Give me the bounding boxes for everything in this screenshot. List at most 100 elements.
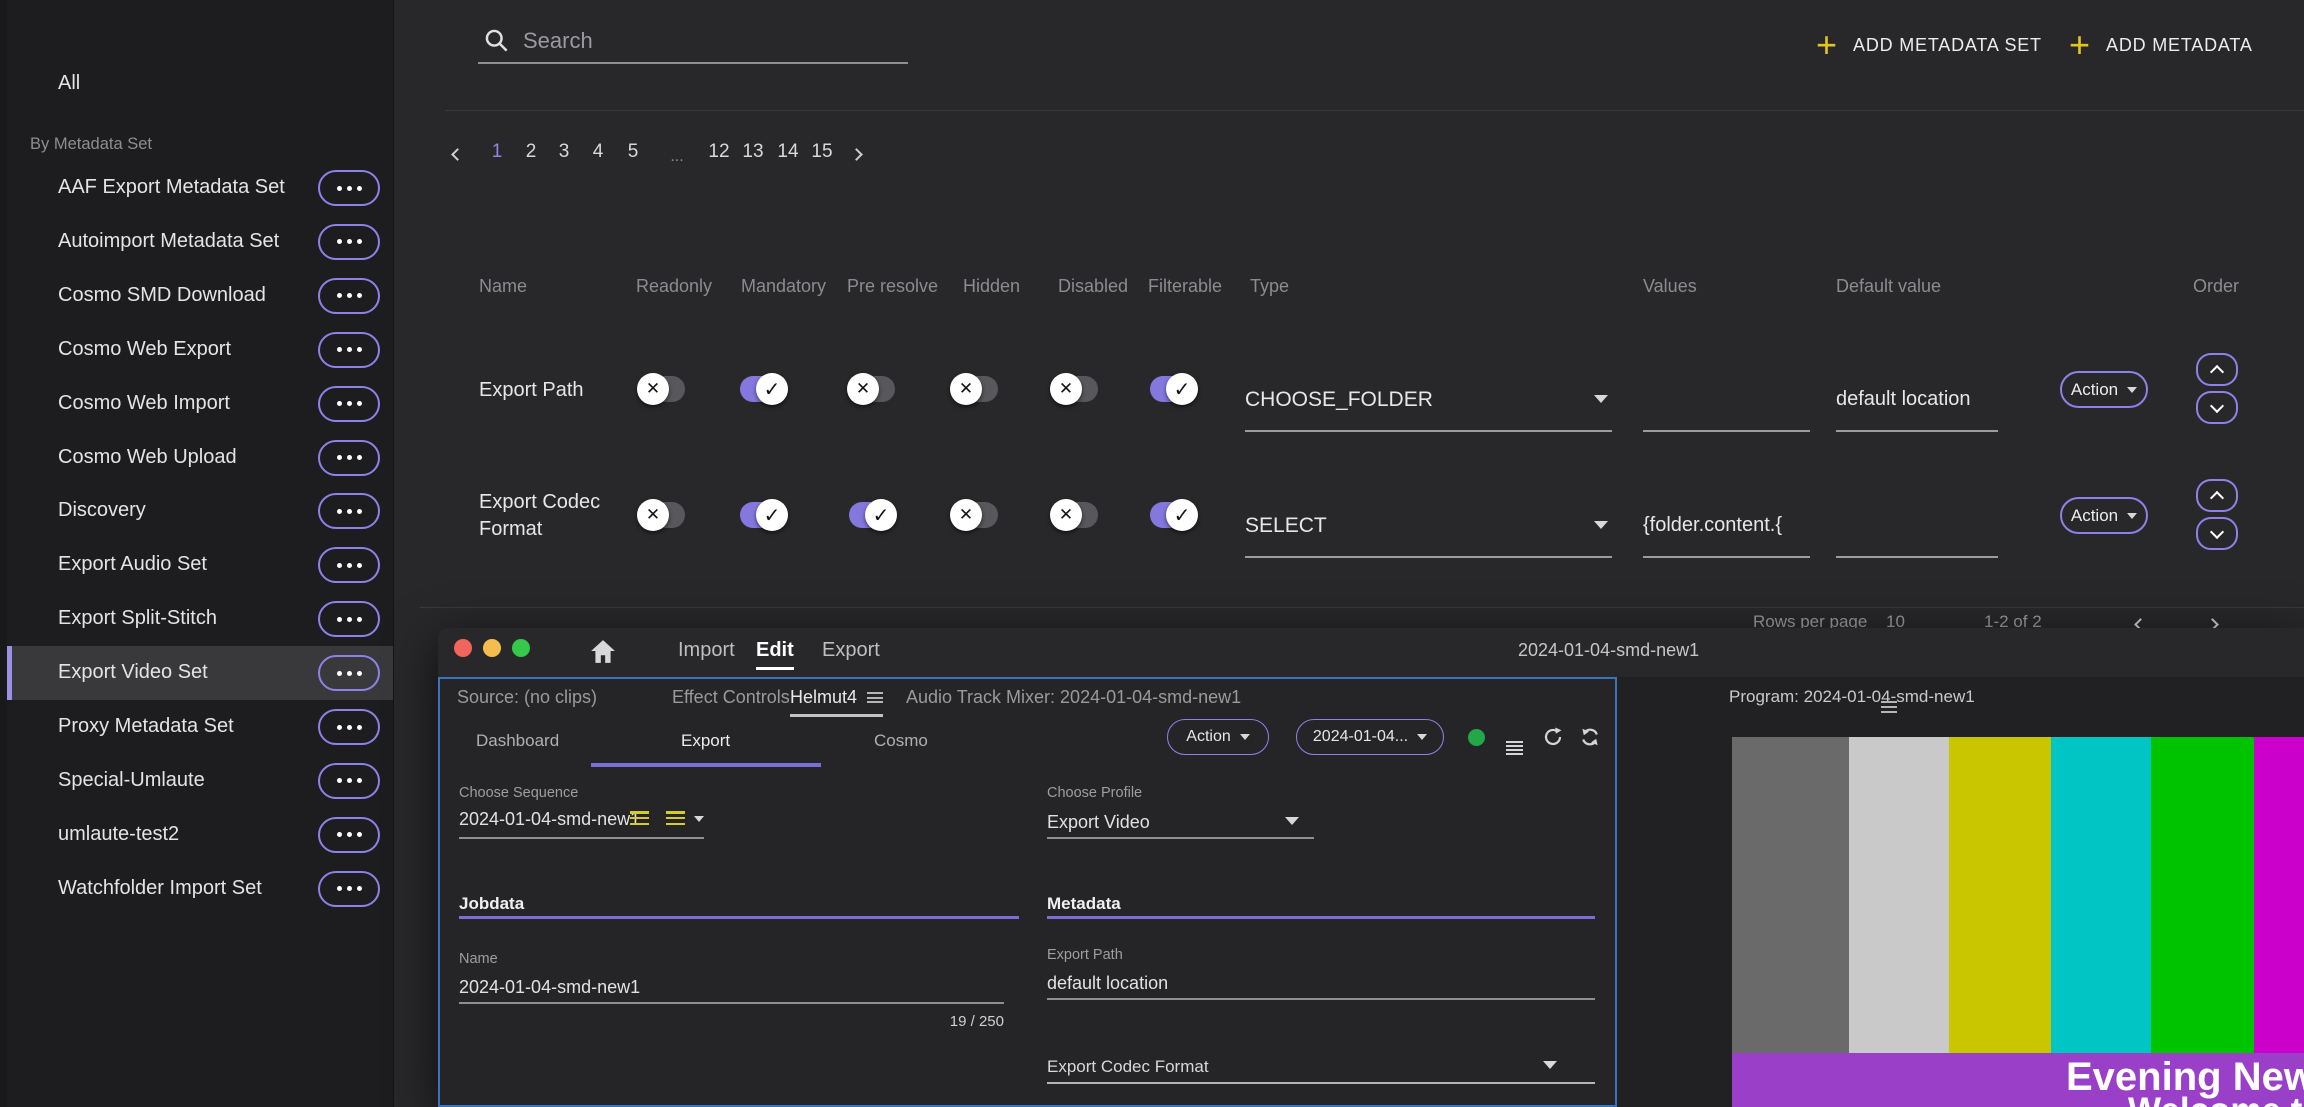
- search-input[interactable]: Search: [523, 28, 593, 54]
- item-menu-button[interactable]: [318, 386, 380, 422]
- helmut-tab-cosmo[interactable]: Cosmo: [874, 731, 928, 751]
- sidebar-item-special-umlaute[interactable]: Special-Umlaute: [7, 754, 394, 808]
- toggle-filterable[interactable]: ✓: [1150, 502, 1196, 528]
- sidebar-item-cosmo-web-import[interactable]: Cosmo Web Import: [7, 377, 394, 431]
- pagination-page-14[interactable]: 14: [777, 141, 798, 163]
- refresh-icon[interactable]: [1542, 726, 1564, 753]
- item-menu-button[interactable]: [318, 601, 380, 637]
- move-down-button[interactable]: [2196, 517, 2238, 550]
- item-menu-button[interactable]: [318, 332, 380, 368]
- item-menu-button[interactable]: [318, 278, 380, 314]
- item-menu-button[interactable]: [318, 224, 380, 260]
- item-menu-button[interactable]: [318, 655, 380, 691]
- toggle-readonly[interactable]: ✕: [639, 502, 685, 528]
- item-menu-button[interactable]: [318, 547, 380, 583]
- workspace-tab-import[interactable]: Import: [678, 639, 735, 667]
- close-window-button[interactable]: [454, 639, 472, 657]
- panel-tab-helmut4[interactable]: Helmut4: [790, 687, 883, 717]
- sidebar-item-watchfolder-import-set[interactable]: Watchfolder Import Set: [7, 862, 394, 916]
- pagination-page-2[interactable]: 2: [526, 141, 537, 163]
- dropdown-arrow-icon[interactable]: [694, 816, 704, 822]
- toggle-pre_resolve[interactable]: ✓: [849, 502, 895, 528]
- default-value-input[interactable]: default location: [1836, 388, 1998, 411]
- pagination-page-3[interactable]: 3: [559, 141, 570, 163]
- sync-icon[interactable]: [1579, 726, 1601, 753]
- toggle-mandatory[interactable]: ✓: [740, 376, 786, 402]
- item-menu-button[interactable]: [318, 440, 380, 476]
- dropdown-arrow-icon[interactable]: [1594, 521, 1608, 529]
- type-select[interactable]: CHOOSE_FOLDER: [1245, 388, 1433, 412]
- dropdown-arrow-icon[interactable]: [1285, 817, 1299, 825]
- toggle-disabled[interactable]: ✕: [1052, 502, 1098, 528]
- zoom-window-button[interactable]: [512, 639, 530, 657]
- toggle-hidden[interactable]: ✕: [952, 502, 998, 528]
- panel-menu-icon[interactable]: [867, 692, 883, 703]
- pagination-page-5[interactable]: 5: [628, 141, 639, 163]
- toggle-mandatory[interactable]: ✓: [740, 502, 786, 528]
- add-metadata-button[interactable]: + ADD METADATA: [2069, 30, 2253, 60]
- sidebar-item-export-audio-set[interactable]: Export Audio Set: [7, 538, 394, 592]
- pagination-page-1[interactable]: 1: [492, 141, 503, 163]
- name-input[interactable]: 2024-01-04-smd-new1: [459, 977, 640, 998]
- item-menu-button[interactable]: [318, 763, 380, 799]
- choose-profile-select[interactable]: Export Video: [1047, 812, 1150, 833]
- pagination-next-button[interactable]: [852, 146, 861, 164]
- panel-tab-audio-track-mixer-2024-01-04-smd-new1[interactable]: Audio Track Mixer: 2024-01-04-smd-new1: [906, 687, 1241, 708]
- toggle-hidden[interactable]: ✕: [952, 376, 998, 402]
- move-up-button[interactable]: [2196, 479, 2238, 512]
- type-select[interactable]: SELECT: [1245, 514, 1327, 538]
- panel-tab-effect-controls[interactable]: Effect Controls: [672, 687, 790, 708]
- helmut-preset-dropdown[interactable]: 2024-01-04...: [1296, 719, 1444, 755]
- sidebar-item-cosmo-web-export[interactable]: Cosmo Web Export: [7, 323, 394, 377]
- pagination-page-15[interactable]: 15: [811, 141, 832, 163]
- minimize-window-button[interactable]: [483, 639, 501, 657]
- add-metadata-set-button[interactable]: + ADD METADATA SET: [1816, 30, 2042, 60]
- workspace-tab-export[interactable]: Export: [822, 639, 880, 667]
- toggle-thumb: ✕: [950, 499, 982, 531]
- pagination-page-13[interactable]: 13: [742, 141, 763, 163]
- home-icon[interactable]: [590, 639, 616, 669]
- toggle-disabled[interactable]: ✕: [1052, 376, 1098, 402]
- row-action-button[interactable]: Action: [2060, 497, 2148, 534]
- pagination-page-12[interactable]: 12: [708, 141, 729, 163]
- dropdown-arrow-icon[interactable]: [1594, 395, 1608, 403]
- sidebar-item-proxy-metadata-set[interactable]: Proxy Metadata Set: [7, 700, 394, 754]
- panel-tab-source-no-clips-[interactable]: Source: (no clips): [457, 687, 597, 708]
- helmut-action-dropdown[interactable]: Action: [1167, 719, 1269, 755]
- workspace-tab-edit[interactable]: Edit: [756, 639, 794, 670]
- ellipsis-icon: [347, 509, 352, 514]
- sidebar-item-cosmo-web-upload[interactable]: Cosmo Web Upload: [7, 431, 394, 485]
- sidebar-item-umlaute-test2[interactable]: umlaute-test2: [7, 808, 394, 862]
- sidebar-item-export-video-set[interactable]: Export Video Set: [7, 646, 394, 700]
- sidebar-item-discovery[interactable]: Discovery: [7, 484, 394, 538]
- item-menu-button[interactable]: [318, 817, 380, 853]
- export-codec-select[interactable]: Export Codec Format: [1047, 1057, 1209, 1077]
- toggle-pre_resolve[interactable]: ✕: [849, 376, 895, 402]
- item-menu-button[interactable]: [318, 709, 380, 745]
- move-down-button[interactable]: [2196, 391, 2238, 424]
- row-action-button[interactable]: Action: [2060, 371, 2148, 408]
- move-up-button[interactable]: [2196, 353, 2238, 386]
- helmut-tab-export[interactable]: Export: [681, 731, 730, 751]
- helmut-tab-dashboard[interactable]: Dashboard: [476, 731, 559, 751]
- item-menu-button[interactable]: [318, 170, 380, 206]
- sidebar-item-autoimport-metadata-set[interactable]: Autoimport Metadata Set: [7, 215, 394, 269]
- values-input[interactable]: {folder.content.{: [1643, 514, 1808, 537]
- panel-menu-icon[interactable]: [1881, 690, 1897, 713]
- sidebar-item-aaf-export-metadata-set[interactable]: AAF Export Metadata Set: [7, 161, 394, 215]
- dropdown-arrow-icon[interactable]: [1543, 1061, 1557, 1069]
- item-menu-button[interactable]: [318, 493, 380, 529]
- choose-sequence-value[interactable]: 2024-01-04-smd-new1: [459, 809, 640, 830]
- ellipsis-icon: [357, 293, 362, 298]
- pagination-page-4[interactable]: 4: [593, 141, 604, 163]
- export-path-input[interactable]: default location: [1047, 973, 1168, 994]
- toggle-filterable[interactable]: ✓: [1150, 376, 1196, 402]
- toggle-readonly[interactable]: ✕: [639, 376, 685, 402]
- sequence-icon[interactable]: [630, 811, 649, 825]
- pagination-prev-button[interactable]: [453, 146, 462, 164]
- sidebar-item-cosmo-smd-download[interactable]: Cosmo SMD Download: [7, 269, 394, 323]
- item-menu-button[interactable]: [318, 871, 380, 907]
- job-list-icon[interactable]: [1506, 730, 1523, 755]
- sequence-list-icon[interactable]: [666, 811, 685, 825]
- sidebar-item-export-split-stitch[interactable]: Export Split-Stitch: [7, 592, 394, 646]
